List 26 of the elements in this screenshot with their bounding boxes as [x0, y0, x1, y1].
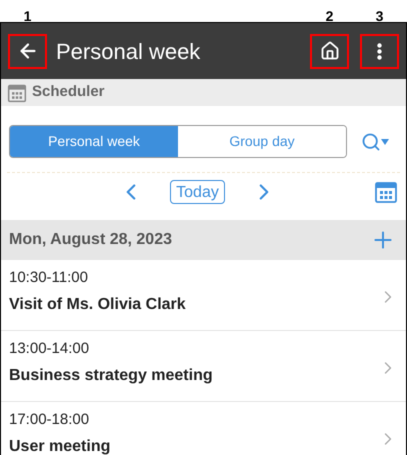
event-time: 13:00-14:00 — [9, 339, 90, 359]
event-time: 17:00-18:00 — [9, 410, 90, 430]
calendar-button[interactable] — [374, 180, 398, 204]
event-title: Business strategy meeting — [9, 366, 214, 386]
screen-title: Personal week — [56, 38, 202, 66]
menu-button[interactable] — [360, 34, 399, 68]
dropdown-icon — [381, 138, 389, 144]
back-button[interactable] — [8, 34, 47, 68]
callout-number: 2 — [326, 8, 334, 22]
callout-number: 3 — [376, 8, 384, 22]
section-title: Scheduler — [32, 82, 105, 102]
menu-icon — [377, 42, 382, 60]
callout-number: 1 — [24, 8, 32, 22]
search-icon — [361, 132, 381, 152]
home-button[interactable] — [310, 34, 349, 68]
search-button[interactable] — [361, 132, 389, 152]
calendar-icon — [374, 180, 398, 204]
calendar-icon — [7, 82, 27, 102]
event-row[interactable]: 13:00-14:00 Business strategy meeting — [1, 331, 406, 402]
event-time: 10:30-11:00 — [9, 268, 89, 288]
event-row[interactable]: 17:00-18:00 User meeting — [1, 402, 406, 455]
home-icon — [320, 41, 340, 61]
event-row[interactable]: 10:30-11:00 Visit of Ms. Olivia Clark — [1, 260, 406, 331]
event-title: Visit of Ms. Olivia Clark — [9, 294, 187, 314]
date-label: Mon, August 28, 2023 — [9, 230, 172, 250]
event-title: User meeting — [9, 436, 112, 455]
